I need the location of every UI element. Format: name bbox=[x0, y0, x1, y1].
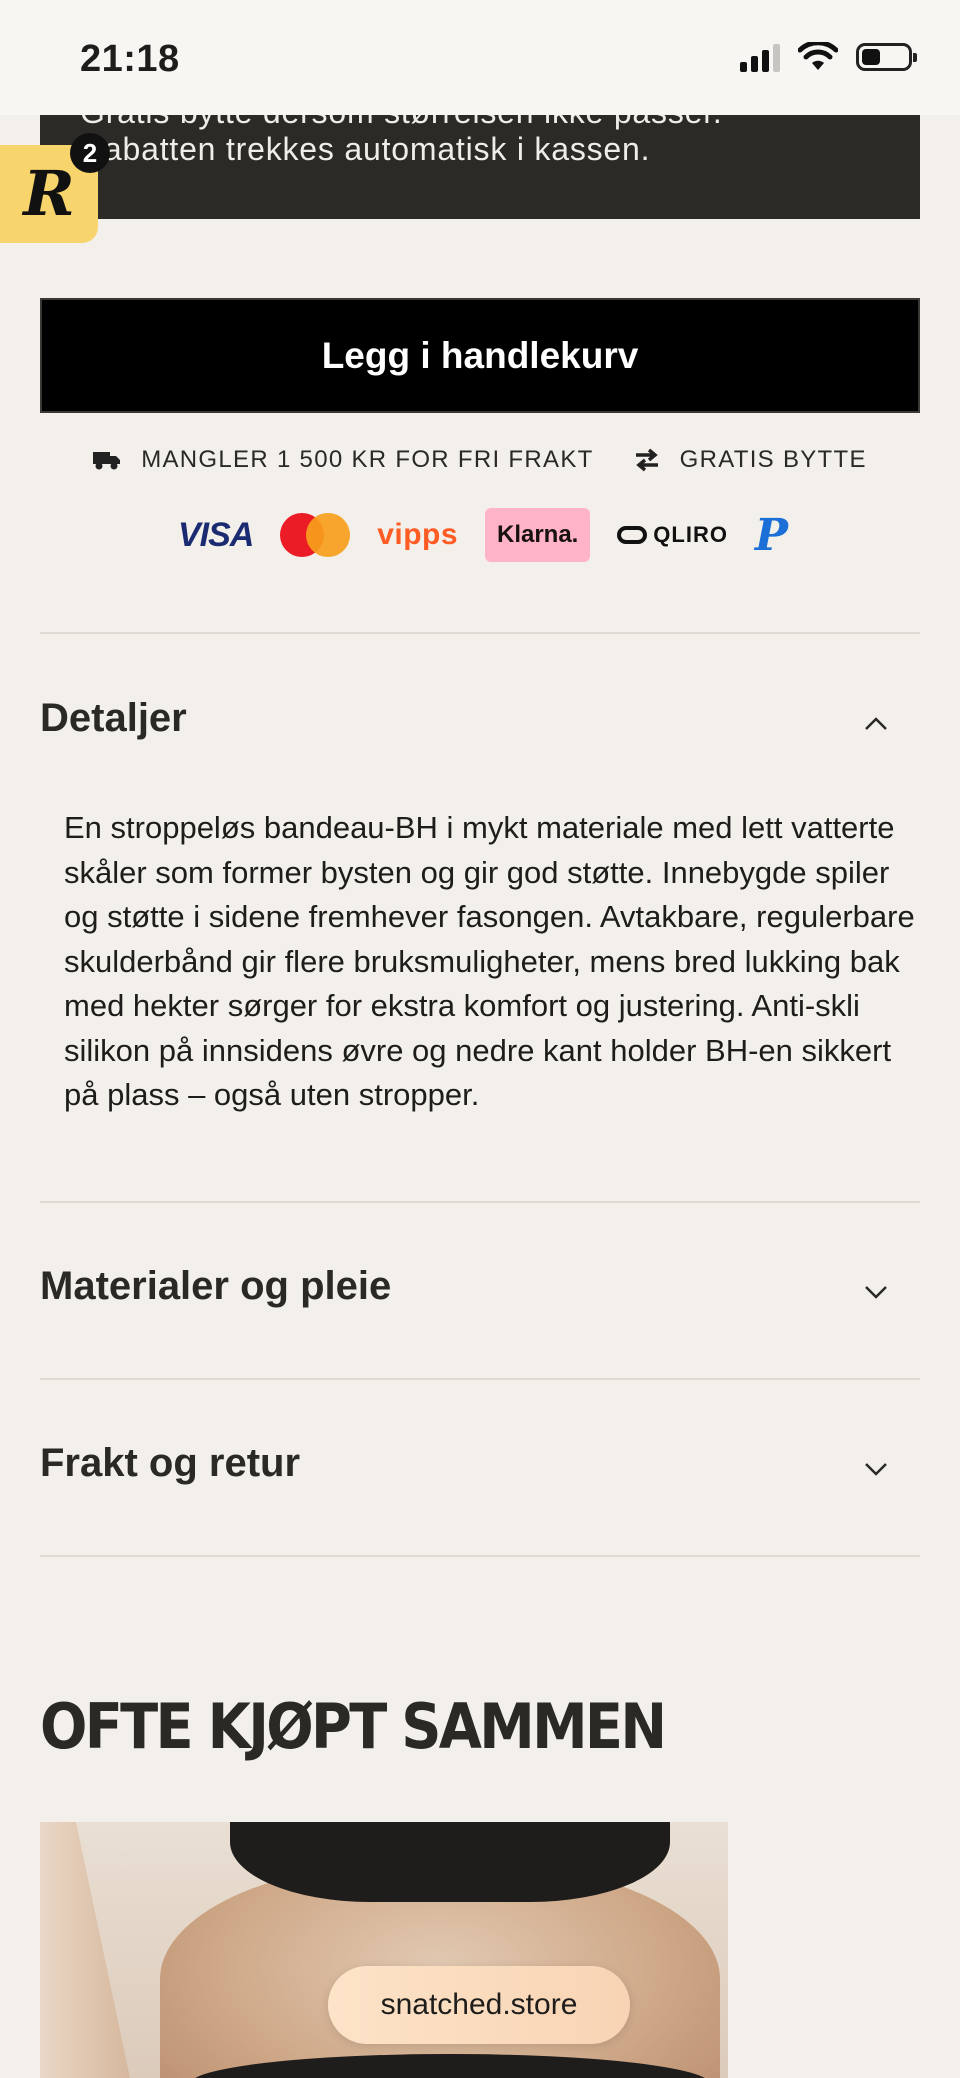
status-time: 21:18 bbox=[80, 38, 180, 80]
product-description: En stroppeløs bandeau-BH i mykt material… bbox=[64, 810, 915, 1112]
exchange-info: GRATIS BYTTE bbox=[634, 446, 867, 474]
chevron-down-icon[interactable] bbox=[862, 1278, 890, 1306]
truck-icon bbox=[93, 452, 121, 470]
vipps-logo-icon: vipps bbox=[377, 518, 459, 551]
rewards-launcher[interactable]: R 2 bbox=[0, 133, 110, 243]
exchange-text: GRATIS BYTTE bbox=[679, 446, 867, 473]
free-shipping-info: MANGLER 1 500 KR FOR FRI FRAKT bbox=[93, 446, 593, 474]
chevron-up-icon[interactable] bbox=[862, 710, 890, 738]
rewards-count-badge: 2 bbox=[70, 133, 110, 173]
paypal-logo-icon: P bbox=[754, 509, 788, 561]
accordion-details-title[interactable]: Detaljer bbox=[40, 696, 187, 741]
mastercard-logo-icon bbox=[280, 513, 351, 557]
shipping-info: MANGLER 1 500 KR FOR FRI FRAKT GRATIS BY… bbox=[0, 440, 960, 480]
divider bbox=[40, 1201, 920, 1203]
chevron-down-icon[interactable] bbox=[862, 1455, 890, 1483]
signal-icon bbox=[740, 42, 780, 72]
status-bar: 21:18 bbox=[0, 0, 960, 115]
klarna-logo-icon: Klarna. bbox=[484, 508, 591, 562]
qliro-logo-icon: QLIRO bbox=[617, 522, 728, 548]
related-products-title: OFTE KJØPT SAMMEN bbox=[40, 1690, 667, 1763]
free-shipping-text: MANGLER 1 500 KR FOR FRI FRAKT bbox=[141, 446, 594, 473]
payment-methods: VISA vipps Klarna. QLIRO P bbox=[178, 508, 788, 562]
battery-icon bbox=[856, 43, 917, 71]
exchange-arrows-icon bbox=[635, 448, 658, 472]
wifi-icon bbox=[798, 42, 838, 70]
accordion-materials-title[interactable]: Materialer og pleie bbox=[40, 1264, 391, 1309]
status-icons bbox=[740, 42, 917, 72]
accordion-shipping-title[interactable]: Frakt og retur bbox=[40, 1441, 300, 1486]
divider bbox=[40, 632, 920, 634]
divider bbox=[40, 1378, 920, 1380]
browser-url-bar[interactable]: snatched.store bbox=[328, 1966, 630, 2044]
visa-logo-icon: VISA bbox=[178, 515, 254, 554]
notice-line-2: Rabatten trekkes automatisk i kassen. bbox=[80, 131, 651, 167]
add-to-cart-button[interactable]: Legg i handlekurv bbox=[40, 298, 920, 413]
divider bbox=[40, 1555, 920, 1557]
rewards-logo-icon: R bbox=[23, 157, 75, 230]
